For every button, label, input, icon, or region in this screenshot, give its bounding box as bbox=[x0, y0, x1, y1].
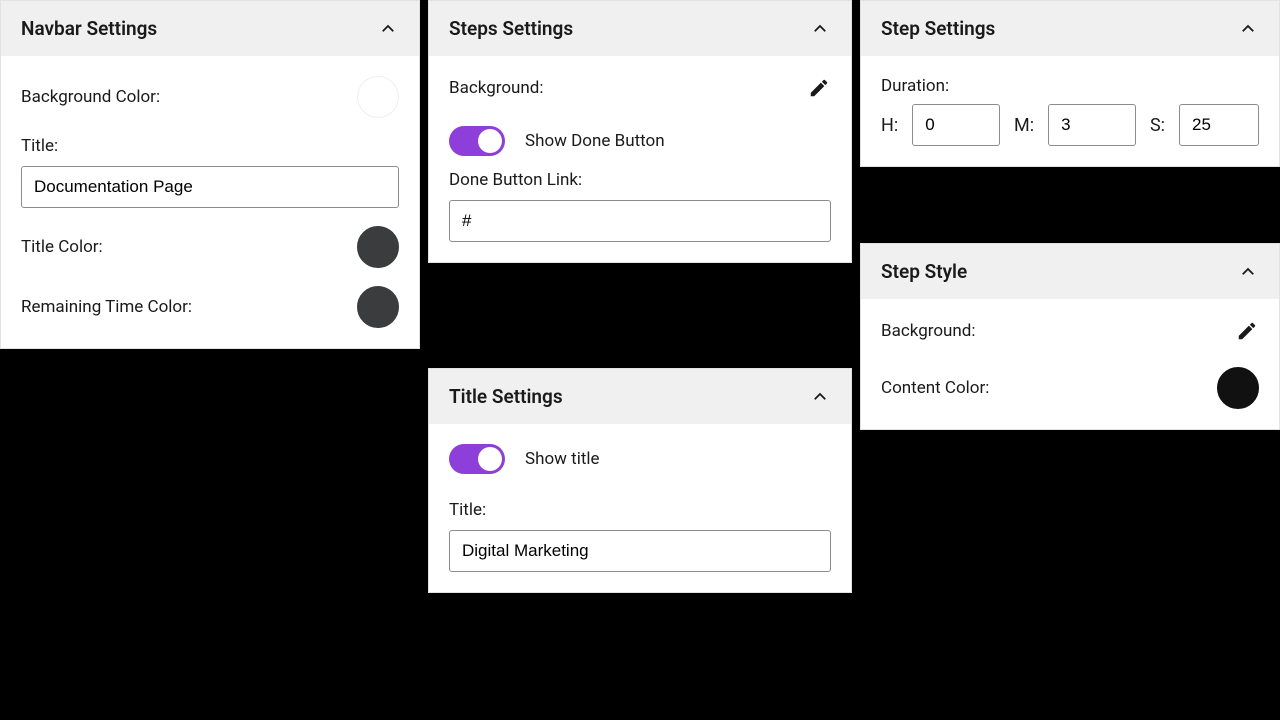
step-style-panel: Step Style Background: Content Color: bbox=[860, 243, 1280, 430]
chevron-up-icon bbox=[1237, 261, 1259, 283]
panel-title: Step Style bbox=[881, 260, 967, 283]
show-done-toggle[interactable] bbox=[449, 126, 505, 156]
title-field-label: Title: bbox=[21, 136, 399, 156]
title-input[interactable] bbox=[21, 166, 399, 208]
title-field-label: Title: bbox=[449, 500, 831, 520]
title-color-label: Title Color: bbox=[21, 237, 103, 257]
steps-settings-header[interactable]: Steps Settings bbox=[429, 1, 851, 56]
minutes-label: M: bbox=[1014, 115, 1034, 136]
navbar-settings-panel: Navbar Settings Background Color: Title:… bbox=[0, 0, 420, 349]
chevron-up-icon bbox=[377, 18, 399, 40]
chevron-up-icon bbox=[809, 386, 831, 408]
panel-title: Title Settings bbox=[449, 385, 563, 408]
content-color-label: Content Color: bbox=[881, 378, 989, 398]
step-settings-panel: Step Settings Duration: H: M: S: bbox=[860, 0, 1280, 167]
panel-title: Step Settings bbox=[881, 17, 995, 40]
seconds-input[interactable] bbox=[1179, 104, 1259, 146]
pencil-icon[interactable] bbox=[807, 76, 831, 100]
done-link-input[interactable] bbox=[449, 200, 831, 242]
chevron-up-icon bbox=[1237, 18, 1259, 40]
show-done-label: Show Done Button bbox=[525, 131, 665, 151]
show-title-toggle[interactable] bbox=[449, 444, 505, 474]
background-color-swatch[interactable] bbox=[357, 76, 399, 118]
steps-settings-panel: Steps Settings Background: Show Done But… bbox=[428, 0, 852, 263]
background-label: Background: bbox=[881, 321, 976, 341]
show-title-label: Show title bbox=[525, 449, 600, 469]
content-color-swatch[interactable] bbox=[1217, 367, 1259, 409]
navbar-settings-header[interactable]: Navbar Settings bbox=[1, 1, 419, 56]
minutes-input[interactable] bbox=[1048, 104, 1136, 146]
panel-title: Steps Settings bbox=[449, 17, 573, 40]
hours-label: H: bbox=[881, 115, 898, 136]
background-label: Background: bbox=[449, 78, 544, 98]
duration-label: Duration: bbox=[881, 76, 1259, 96]
hours-input[interactable] bbox=[912, 104, 1000, 146]
panel-title: Navbar Settings bbox=[21, 17, 157, 40]
pencil-icon[interactable] bbox=[1235, 319, 1259, 343]
remaining-time-color-swatch[interactable] bbox=[357, 286, 399, 328]
seconds-label: S: bbox=[1150, 115, 1165, 136]
remaining-time-color-label: Remaining Time Color: bbox=[21, 297, 192, 317]
done-link-label: Done Button Link: bbox=[449, 170, 831, 190]
step-settings-header[interactable]: Step Settings bbox=[861, 1, 1279, 56]
title-input[interactable] bbox=[449, 530, 831, 572]
title-color-swatch[interactable] bbox=[357, 226, 399, 268]
title-settings-panel: Title Settings Show title Title: bbox=[428, 368, 852, 593]
chevron-up-icon bbox=[809, 18, 831, 40]
step-style-header[interactable]: Step Style bbox=[861, 244, 1279, 299]
background-color-label: Background Color: bbox=[21, 87, 160, 107]
title-settings-header[interactable]: Title Settings bbox=[429, 369, 851, 424]
